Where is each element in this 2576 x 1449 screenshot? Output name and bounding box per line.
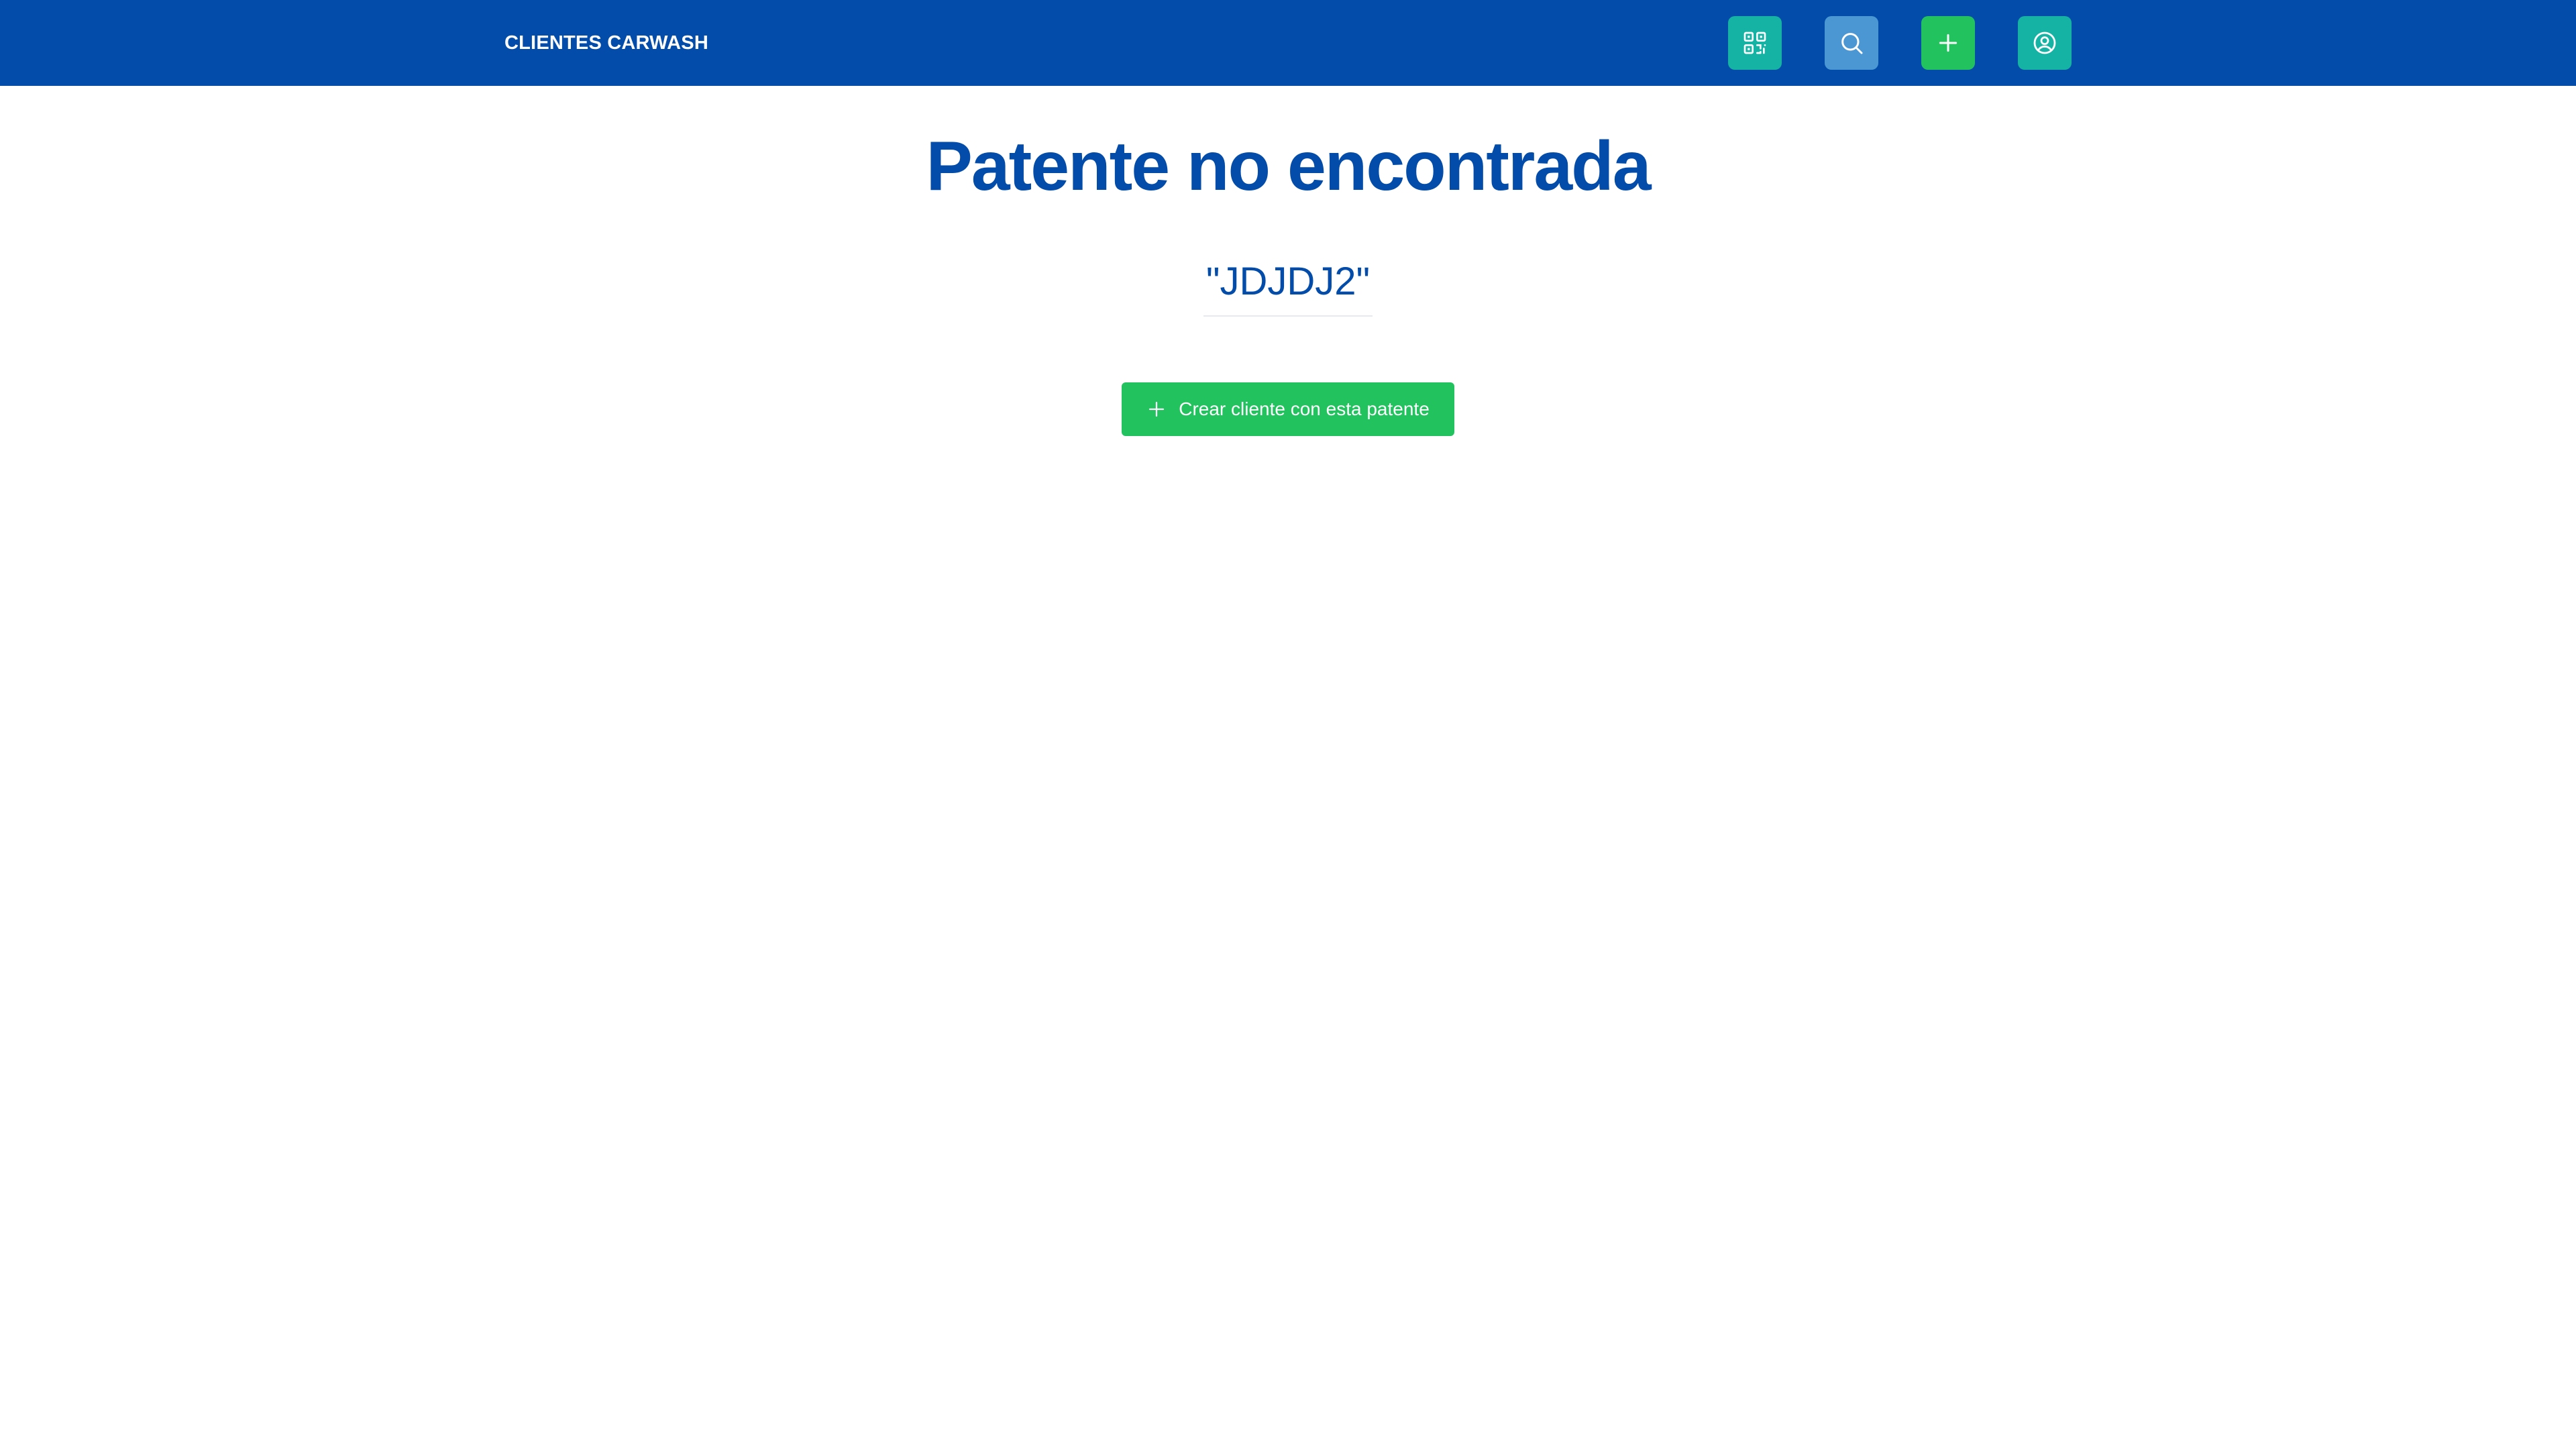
top-navbar: CLIENTES CARWASH [0, 0, 2576, 86]
qr-scan-button[interactable] [1728, 16, 1782, 70]
user-circle-icon [2033, 32, 2056, 54]
qr-code-icon [1743, 32, 1766, 54]
app-brand[interactable]: CLIENTES CARWASH [504, 0, 708, 86]
searched-plate: "JDJDJ2" [1203, 256, 1373, 317]
create-client-with-plate-button[interactable]: Crear cliente con esta patente [1122, 382, 1454, 436]
plate-container: "JDJDJ2" [0, 256, 2576, 317]
search-button[interactable] [1825, 16, 1878, 70]
create-client-button-label: Crear cliente con esta patente [1179, 398, 1430, 419]
plus-icon [1149, 401, 1165, 417]
user-account-button[interactable] [2018, 16, 2072, 70]
plus-icon [1939, 34, 1957, 52]
search-icon [1841, 33, 1863, 54]
page-title: Patente no encontrada [926, 127, 1651, 205]
add-client-button[interactable] [1921, 16, 1975, 70]
